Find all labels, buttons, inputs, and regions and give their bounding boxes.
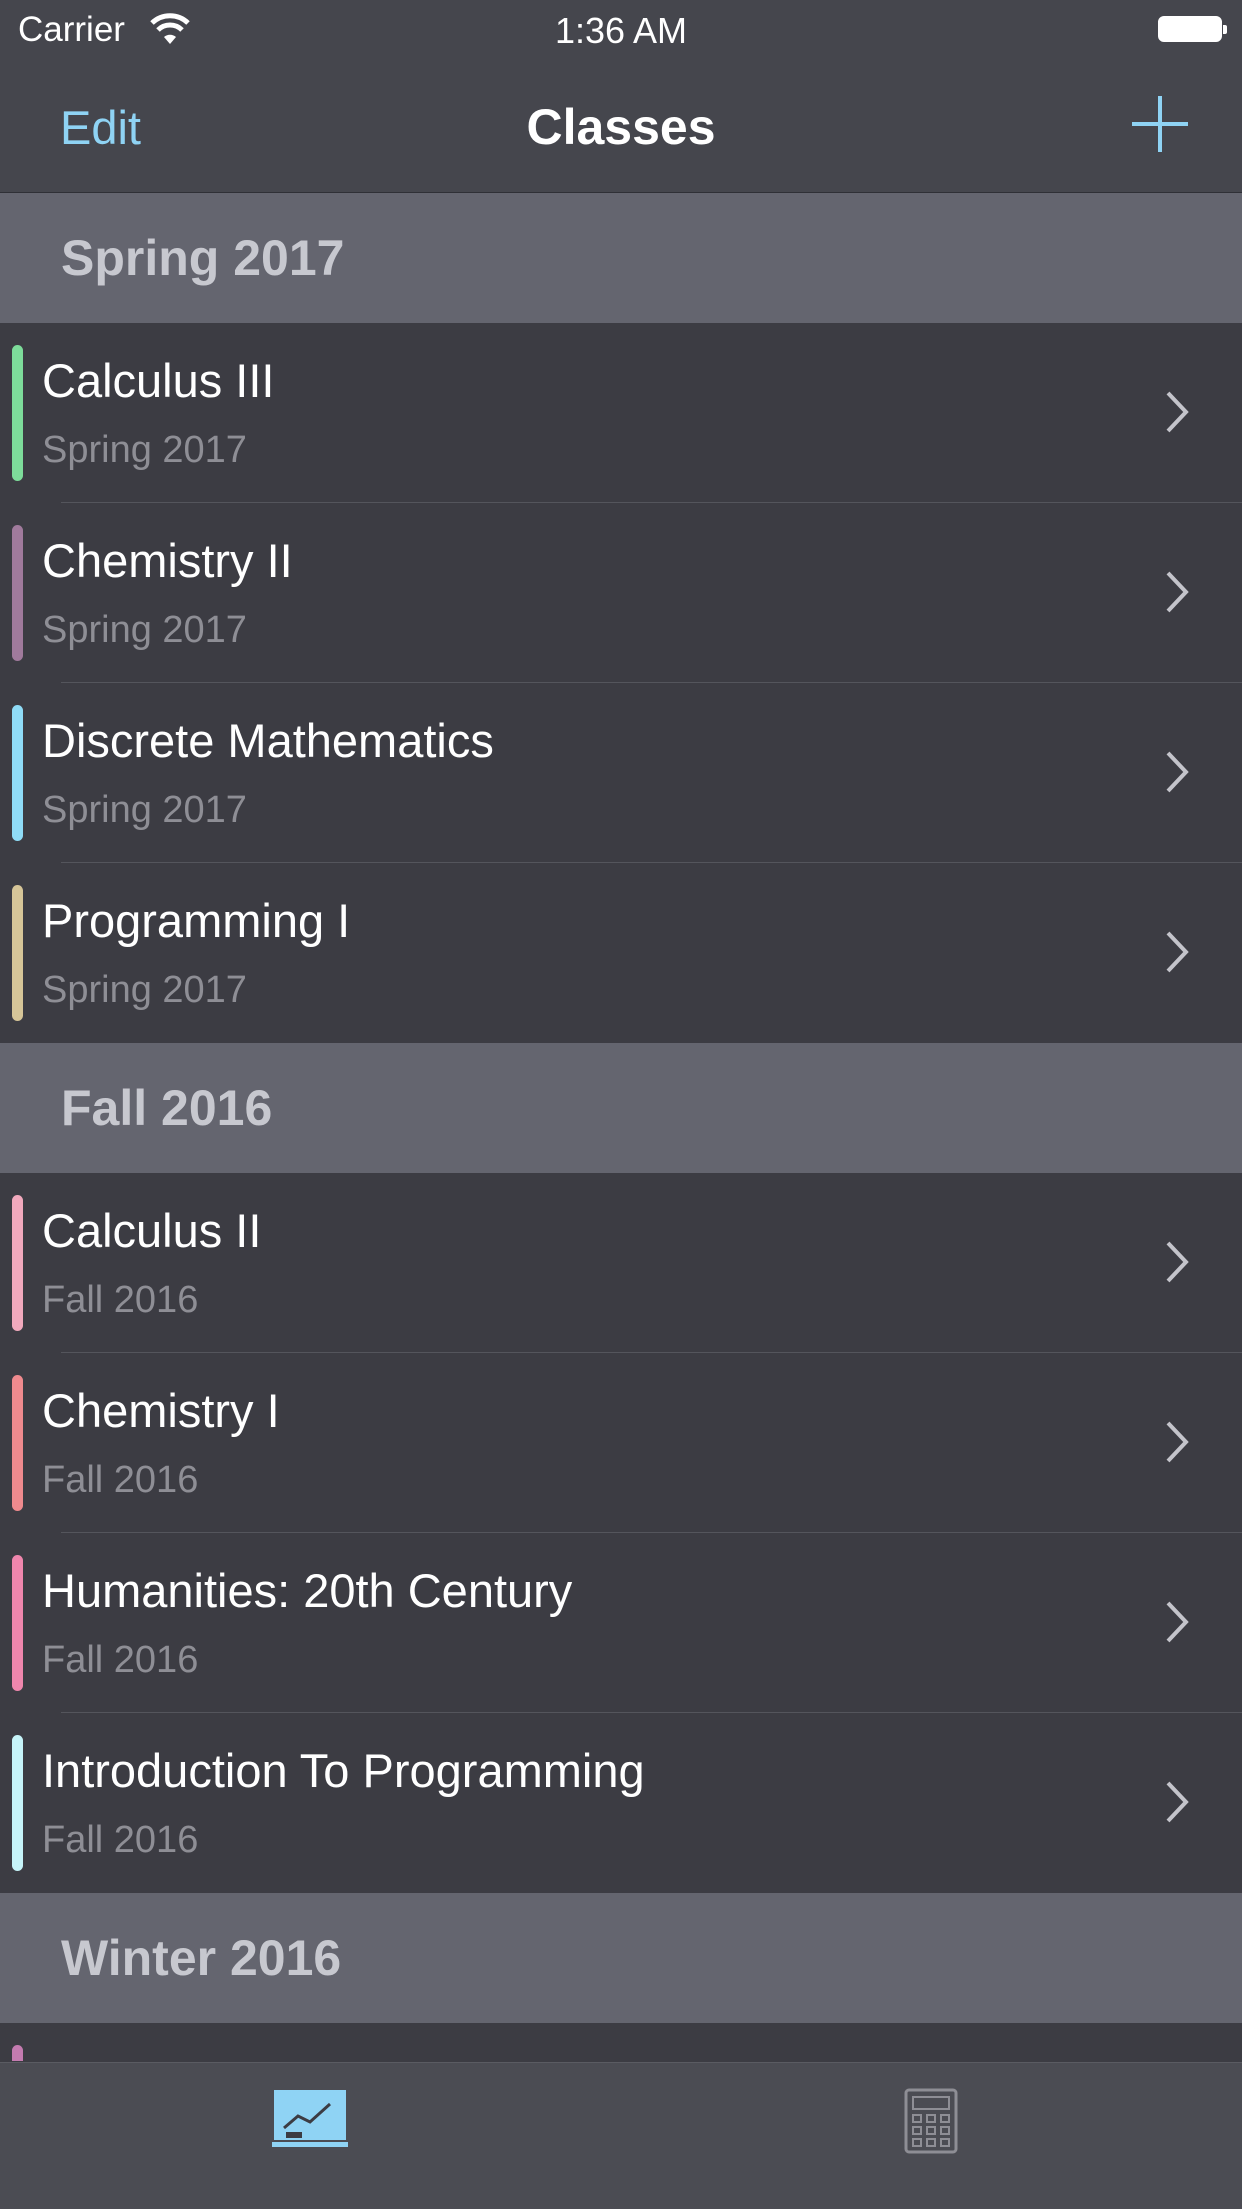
section-header-winter-2016: Winter 2016: [0, 1893, 1242, 2023]
class-title: Humanities: 20th Century: [42, 1564, 573, 1617]
class-color-bar: [12, 705, 23, 841]
section-title: Spring 2017: [61, 230, 345, 286]
class-title: Programming I: [42, 894, 351, 947]
class-term: Spring 2017: [42, 609, 247, 651]
tab-classes[interactable]: [0, 2063, 621, 2209]
chart-board-icon: [272, 2090, 348, 2147]
class-row-humanities-20th-century[interactable]: Humanities: 20th Century Fall 2016: [0, 1533, 1242, 1713]
battery-full-icon: [1158, 16, 1227, 42]
plus-icon[interactable]: [1128, 92, 1192, 156]
page-title: Classes: [526, 99, 716, 155]
class-row-chemistry-i[interactable]: Chemistry I Fall 2016: [0, 1353, 1242, 1533]
class-row-chemistry-ii[interactable]: Chemistry II Spring 2017: [0, 503, 1242, 683]
chevron-right-icon: [1166, 931, 1189, 973]
class-row-calculus-iii[interactable]: Calculus III Spring 2017: [0, 323, 1242, 503]
section-title: Winter 2016: [61, 1930, 342, 1986]
class-term: Fall 2016: [42, 1639, 199, 1681]
class-term: Spring 2017: [42, 429, 247, 471]
class-term: Fall 2016: [42, 1819, 199, 1861]
section-title: Fall 2016: [61, 1080, 273, 1136]
class-color-bar: [12, 1735, 23, 1871]
class-row-calculus-ii[interactable]: Calculus II Fall 2016: [0, 1173, 1242, 1353]
chevron-right-icon: [1166, 571, 1189, 613]
section-header-spring-2017: Spring 2017: [0, 193, 1242, 323]
class-color-bar: [12, 1195, 23, 1331]
status-time: 1:36 AM: [554, 10, 688, 51]
section-header-fall-2016: Fall 2016: [0, 1043, 1242, 1173]
class-title: Chemistry I: [42, 1384, 280, 1437]
class-term: Spring 2017: [42, 789, 247, 831]
chevron-right-icon: [1166, 1781, 1189, 1823]
class-color-bar: [12, 525, 23, 661]
class-term: Spring 2017: [42, 969, 247, 1011]
navigation-bar: Edit Classes: [0, 62, 1242, 193]
chevron-right-icon: [1166, 1241, 1189, 1283]
chevron-right-icon: [1166, 751, 1189, 793]
class-title: Introduction To Programming: [42, 1744, 645, 1797]
class-color-bar: [12, 2045, 23, 2061]
class-title: Calculus III: [42, 354, 275, 407]
class-title: Calculus II: [42, 1204, 262, 1257]
tab-bar: [0, 2062, 1242, 2209]
class-title: Discrete Mathematics: [42, 714, 494, 767]
chevron-right-icon: [1166, 1421, 1189, 1463]
class-term: Fall 2016: [42, 1279, 199, 1321]
class-row-introduction-to-programming[interactable]: Introduction To Programming Fall 2016: [0, 1713, 1242, 1893]
class-term: Fall 2016: [42, 1459, 199, 1501]
tab-calculator[interactable]: [621, 2063, 1242, 2209]
class-row-programming-i[interactable]: Programming I Spring 2017: [0, 863, 1242, 1043]
chevron-right-icon: [1166, 1601, 1189, 1643]
class-color-bar: [12, 1555, 23, 1691]
classes-list[interactable]: Spring 2017 Calculus III Spring 2017 Che…: [0, 193, 1242, 2061]
class-color-bar: [12, 885, 23, 1021]
status-bar: Carrier 1:36 AM: [0, 0, 1242, 62]
calculator-icon: [904, 2088, 958, 2154]
class-color-bar: [12, 1375, 23, 1511]
class-row-discrete-mathematics[interactable]: Discrete Mathematics Spring 2017: [0, 683, 1242, 863]
class-title: Chemistry II: [42, 534, 293, 587]
class-color-bar: [12, 345, 23, 481]
chevron-right-icon: [1166, 391, 1189, 433]
class-row-partial[interactable]: [0, 2023, 1242, 2061]
